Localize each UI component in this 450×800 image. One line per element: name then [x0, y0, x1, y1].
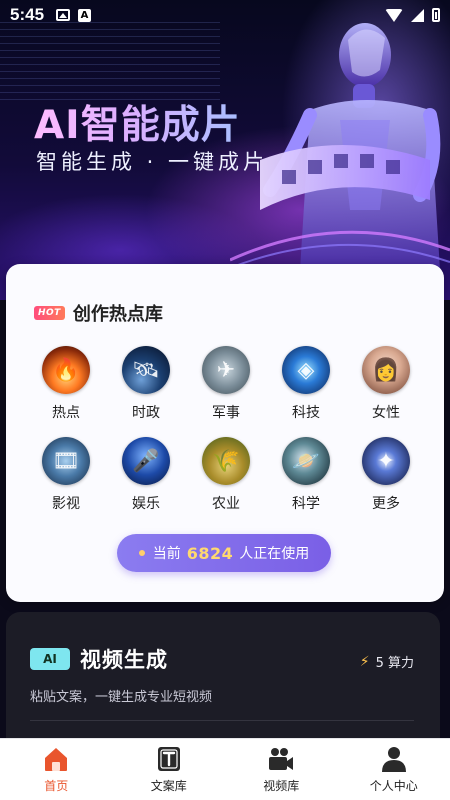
hero-decor-lines — [0, 20, 220, 100]
category-label: 娱乐 — [132, 496, 160, 512]
video-generation-title: 视频生成 — [80, 648, 168, 672]
category-science[interactable]: 🪐 科学 — [266, 437, 346, 514]
tech-circuit-icon: ◈ — [282, 346, 330, 394]
tab-profile[interactable]: 个人中心 — [344, 745, 444, 794]
lightning-icon: ⚡ — [359, 653, 370, 670]
user-icon — [381, 747, 406, 772]
video-camera-icon — [269, 748, 294, 770]
home-icon — [45, 748, 68, 771]
a-notification-icon: A — [78, 8, 92, 22]
category-label: 科学 — [292, 496, 320, 512]
hero-banner[interactable]: AI智能成片 智能生成 · 一键成片 — [0, 0, 450, 300]
category-label: 热点 — [52, 405, 80, 421]
usage-suffix: 人正在使用 — [239, 546, 310, 562]
category-women[interactable]: 👩 女性 — [346, 346, 426, 423]
category-more[interactable]: ✦ 更多 — [346, 437, 426, 514]
divider — [30, 720, 414, 721]
category-film[interactable]: 🎞 影视 — [26, 437, 106, 514]
usage-dot — [138, 550, 145, 556]
hotspot-header: HOT 创作热点库 — [34, 300, 163, 326]
planet-icon: 🪐 — [282, 437, 330, 485]
wheat-icon: 🌾 — [202, 437, 250, 485]
usage-prefix: 当前 — [152, 546, 181, 562]
status-time: 5:45 — [10, 5, 45, 24]
category-tech[interactable]: ◈ 科技 — [266, 346, 346, 423]
tab-video-library[interactable]: 视频库 — [231, 745, 331, 794]
woman-portrait-icon: 👩 — [362, 346, 410, 394]
video-generation-description: 粘贴文案，一键生成专业短视频 — [30, 690, 213, 705]
category-label: 时政 — [132, 405, 160, 421]
hot-badge: HOT — [34, 306, 65, 320]
galaxy-icon: ✦ — [362, 437, 410, 485]
satellite-icon: 🛰 — [122, 346, 170, 394]
category-label: 军事 — [212, 405, 240, 421]
category-label: 影视 — [52, 496, 80, 512]
category-agriculture[interactable]: 🌾 农业 — [186, 437, 266, 514]
usage-count: 6824 — [186, 543, 234, 563]
text-doc-icon — [157, 747, 180, 771]
battery-icon — [432, 8, 440, 22]
category-entertainment[interactable]: 🎤 娱乐 — [106, 437, 186, 514]
fire-icon: 🔥 — [42, 346, 90, 394]
power-cost: ⚡ 5 算力 — [359, 652, 414, 672]
cell-signal-icon — [411, 8, 424, 22]
tab-copy-library[interactable]: 文案库 — [119, 745, 219, 794]
power-cost-label: 5 算力 — [375, 656, 414, 671]
status-bar: 5:45 A — [0, 0, 450, 30]
fighter-jet-icon: ✈ — [202, 346, 250, 394]
category-label: 更多 — [372, 496, 400, 512]
wifi-icon — [385, 8, 403, 22]
tab-home[interactable]: 首页 — [6, 745, 106, 794]
category-politics[interactable]: 🛰 时政 — [106, 346, 186, 423]
category-label: 农业 — [212, 496, 240, 512]
category-grid: 🔥 热点 🛰 时政 ✈ 军事 ◈ 科技 👩 女性 🎞 影视 🎤 娱乐 🌾 农业 … — [26, 346, 426, 514]
creation-hotspot-card: HOT 创作热点库 🔥 热点 🛰 时政 ✈ 军事 ◈ 科技 👩 女性 🎞 影视 … — [6, 264, 444, 602]
ai-badge: AI — [30, 648, 70, 670]
film-reel-icon: 🎞 — [42, 437, 90, 485]
microphone-icon: 🎤 — [122, 437, 170, 485]
hero-subtitle: 智能生成 · 一键成片 — [36, 150, 269, 174]
category-hot[interactable]: 🔥 热点 — [26, 346, 106, 423]
bottom-tab-bar: 首页 文案库 视频库 个人中心 — [0, 738, 450, 800]
video-generation-card[interactable]: AI 视频生成 ⚡ 5 算力 粘贴文案，一键生成专业短视频 — [6, 612, 440, 752]
category-military[interactable]: ✈ 军事 — [186, 346, 266, 423]
gallery-notification-icon — [56, 9, 71, 21]
tab-label: 文案库 — [150, 779, 187, 793]
tab-label: 首页 — [44, 779, 69, 793]
category-label: 科技 — [292, 405, 320, 421]
hotspot-title: 创作热点库 — [72, 304, 163, 325]
tab-label: 个人中心 — [369, 779, 418, 793]
active-users-pill: 当前 6824 人正在使用 — [117, 534, 331, 572]
tab-label: 视频库 — [263, 779, 300, 793]
hero-title: AI智能成片 — [34, 94, 241, 150]
robot-filmstrip-illustration — [230, 23, 450, 270]
category-label: 女性 — [372, 405, 400, 421]
